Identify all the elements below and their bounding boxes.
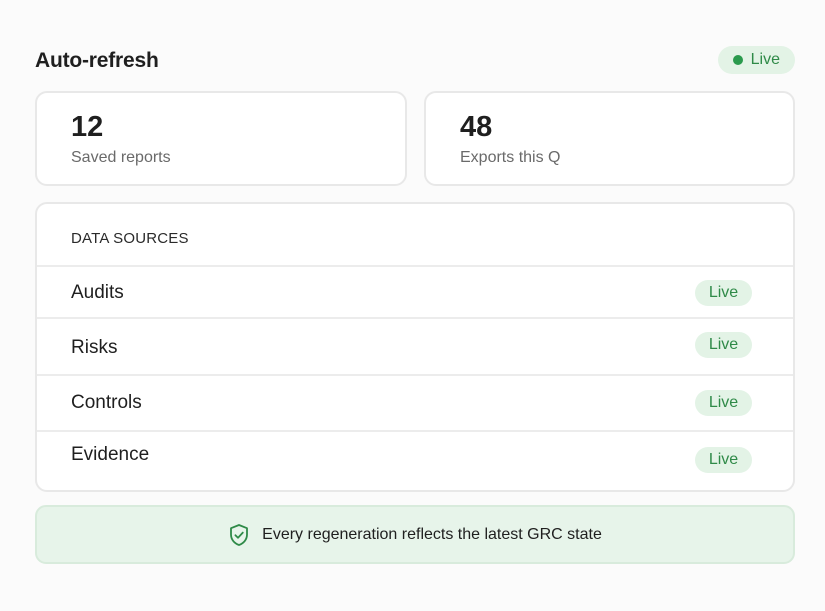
live-status-badge: Live bbox=[717, 46, 795, 74]
source-row-controls[interactable]: Controls Live bbox=[37, 376, 793, 432]
data-sources-card: DATA SOURCES Audits Live Risks Live Cont… bbox=[35, 202, 795, 492]
stat-value: 12 bbox=[71, 111, 104, 143]
source-status-badge: Live bbox=[695, 332, 752, 358]
stat-label: Saved reports bbox=[71, 149, 171, 166]
stat-card-exports: 48 Exports this Q bbox=[424, 91, 795, 186]
live-dot-icon bbox=[732, 55, 743, 65]
banner-text: Every regeneration reflects the latest G… bbox=[262, 525, 602, 543]
source-name: Evidence bbox=[71, 444, 150, 465]
source-row-risks[interactable]: Risks Live bbox=[37, 319, 793, 376]
source-name: Audits bbox=[71, 282, 124, 303]
stat-label: Exports this Q bbox=[460, 149, 561, 166]
source-name: Risks bbox=[71, 337, 118, 358]
source-name: Controls bbox=[71, 392, 142, 413]
shield-check-icon bbox=[230, 523, 249, 546]
source-status-badge: Live bbox=[695, 390, 752, 416]
live-status-label: Live bbox=[750, 51, 780, 68]
info-banner: Every regeneration reflects the latest G… bbox=[35, 505, 795, 564]
source-status-badge: Live bbox=[695, 447, 752, 473]
source-status-badge: Live bbox=[695, 280, 752, 306]
stat-card-saved-reports: 12 Saved reports bbox=[35, 91, 407, 186]
data-sources-heading: DATA SOURCES bbox=[37, 204, 793, 267]
source-row-evidence[interactable]: Evidence Live bbox=[37, 432, 793, 490]
source-row-audits[interactable]: Audits Live bbox=[37, 267, 793, 319]
stat-value: 48 bbox=[460, 111, 493, 143]
header: Auto-refresh Live bbox=[35, 44, 795, 76]
page-title: Auto-refresh bbox=[35, 49, 159, 72]
